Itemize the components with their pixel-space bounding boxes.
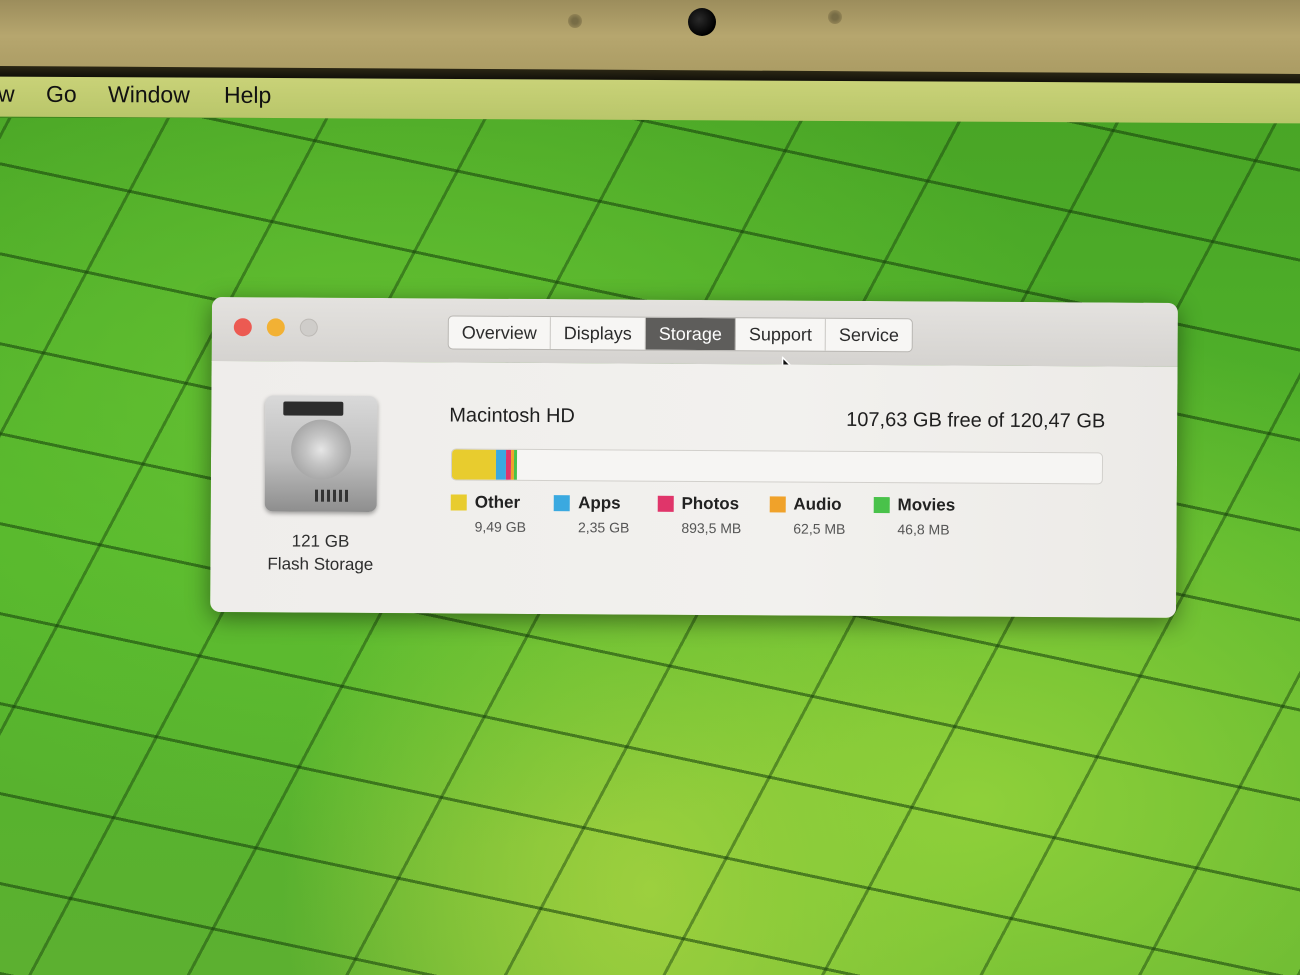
legend-size: 2,35 GB [577, 519, 630, 536]
tab-support[interactable]: Support [735, 318, 827, 351]
menu-go[interactable]: Go [46, 81, 77, 108]
tab-displays[interactable]: Displays [550, 317, 646, 350]
drive-vent-icon [314, 489, 351, 502]
legend-name: Apps [578, 493, 621, 513]
legend-swatch-icon [873, 497, 890, 514]
zoom-button[interactable] [299, 318, 318, 337]
hard-drive-icon [264, 395, 378, 513]
tab-service[interactable]: Service [826, 319, 912, 352]
disk-caption: 121 GB Flash Storage [250, 529, 390, 576]
menu-view-partial[interactable]: w [0, 81, 15, 108]
disk-type: Flash Storage [267, 554, 374, 574]
legend-size: 46,8 MB [897, 521, 950, 538]
legend-size: 893,5 MB [681, 519, 742, 537]
legend-swatch-icon [657, 495, 674, 512]
drive-label-icon [283, 401, 344, 416]
legend-name: Movies [897, 495, 956, 515]
legend-size: 62,5 MB [793, 520, 846, 537]
about-this-mac-window: Overview Displays Storage Support Servic… [210, 297, 1178, 618]
title-bar: Overview Displays Storage Support Servic… [211, 297, 1178, 384]
ambient-sensor-left [568, 14, 582, 28]
legend-item-other: Other 9,49 GB [450, 492, 527, 535]
legend-item-apps: Apps 2,35 GB [554, 493, 630, 536]
legend-swatch-icon [450, 494, 467, 511]
menu-window[interactable]: Window [108, 81, 190, 108]
legend-name: Audio [793, 494, 842, 514]
close-button[interactable] [233, 318, 252, 337]
minimize-button[interactable] [266, 318, 285, 337]
storage-panel: 121 GB Flash Storage Macintosh HD 107,63… [210, 360, 1178, 618]
menu-bar: w Go Window Help [0, 76, 1300, 124]
ambient-sensor-right [828, 10, 842, 24]
legend-item-audio: Audio 62,5 MB [769, 494, 846, 537]
volume-name: Macintosh HD [449, 404, 575, 428]
usage-segment-movies [513, 449, 518, 480]
legend-name: Other [474, 492, 521, 512]
drive-platter-icon [290, 419, 352, 480]
legend-swatch-icon [769, 496, 786, 513]
legend-swatch-icon [554, 495, 571, 512]
tab-overview[interactable]: Overview [448, 316, 551, 350]
storage-legend: Other 9,49 GB Apps 2,35 GB Photos 893,5 MB Aud… [450, 492, 984, 538]
usage-segment-apps [495, 449, 507, 480]
disk-capacity: 121 GB [291, 531, 350, 551]
storage-usage-bar[interactable] [450, 448, 1104, 485]
legend-size: 9,49 GB [474, 518, 527, 535]
usage-segment-other [451, 449, 497, 480]
legend-item-photos: Photos 893,5 MB [657, 493, 742, 537]
free-space-text: 107,63 GB free of 120,47 GB [846, 408, 1106, 433]
legend-name: Photos [681, 493, 740, 514]
tab-bar: Overview Displays Storage Support Servic… [447, 315, 914, 353]
legend-item-movies: Movies 46,8 MB [873, 495, 956, 538]
menu-help[interactable]: Help [224, 82, 271, 109]
webcam [688, 8, 716, 36]
tab-storage[interactable]: Storage [645, 317, 736, 351]
